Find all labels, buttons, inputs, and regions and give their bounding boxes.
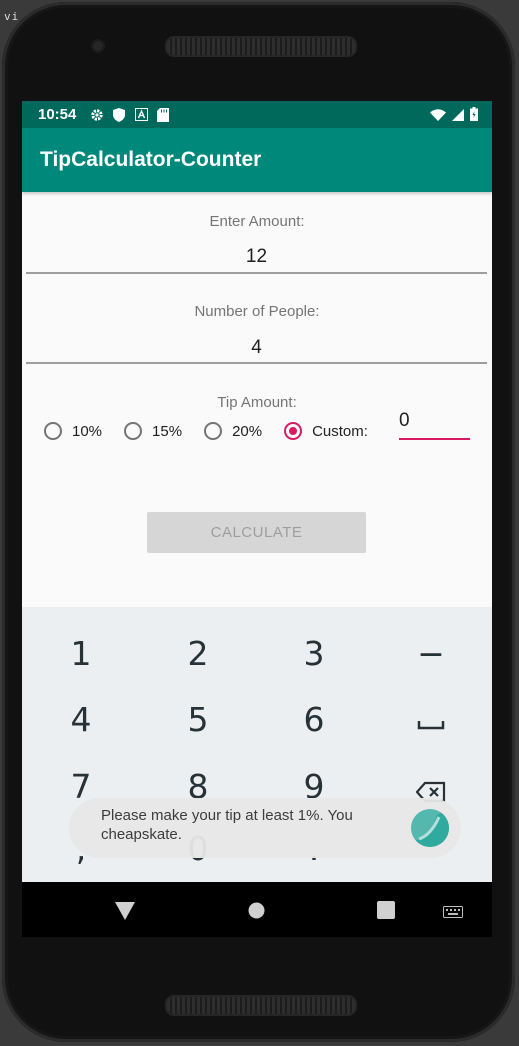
keyboard-switch-icon[interactable] (443, 905, 463, 923)
key-minus[interactable]: − (391, 634, 471, 673)
tip-radio-group: 10% 15% 20% Custom: (44, 419, 390, 443)
amount-label: Enter Amount: (209, 213, 305, 230)
tip-radio-label: Custom: (312, 422, 368, 440)
toast: Please make your tip at least 1%. You ch… (69, 798, 461, 858)
navigation-bar (22, 882, 492, 937)
screen: 10:54 TipCalculator-Counter Enter Amount… (22, 101, 492, 937)
corner-text: vi (4, 10, 20, 23)
key-3[interactable]: 3 (274, 634, 354, 673)
tip-radio-custom[interactable]: Custom: (284, 422, 368, 440)
signal-icon (452, 108, 464, 126)
tip-radio-15[interactable]: 15% (124, 422, 182, 440)
tip-radio-10[interactable]: 10% (44, 422, 102, 440)
radio-circle-icon (44, 422, 62, 440)
battery-charging-icon (470, 107, 478, 126)
shield-icon (112, 107, 126, 122)
recents-icon[interactable] (377, 901, 395, 924)
key-2[interactable]: 2 (158, 634, 238, 673)
tip-radio-label: 10% (72, 422, 103, 440)
tip-radio-label: 20% (232, 422, 263, 440)
people-input-underline (26, 362, 487, 364)
radio-circle-icon (124, 422, 143, 440)
amount-input-underline (26, 272, 487, 274)
back-icon[interactable] (115, 902, 135, 925)
tip-radio-label: 15% (152, 422, 183, 440)
space-icon (417, 721, 445, 730)
amount-input[interactable]: 12 (26, 246, 487, 268)
toast-message: Please make your tip at least 1%. You ch… (101, 807, 353, 843)
tip-radio-20[interactable]: 20% (204, 422, 262, 440)
custom-tip-input[interactable]: 0 (399, 410, 470, 440)
status-bar: 10:54 (22, 101, 492, 128)
people-label: Number of People: (194, 303, 320, 320)
app-icon (411, 809, 449, 847)
app-bar: TipCalculator-Counter (22, 128, 492, 192)
tip-label: Tip Amount: (217, 394, 297, 411)
calculate-button[interactable]: CALCULATE (147, 512, 366, 553)
status-time: 10:54 (38, 106, 77, 123)
app-title: TipCalculator-Counter (40, 148, 262, 171)
radio-checked-icon (284, 422, 303, 440)
a-icon (134, 108, 148, 122)
radio-circle-icon (204, 422, 223, 440)
key-6[interactable]: 6 (274, 700, 354, 739)
sd-card-icon (156, 107, 170, 122)
space-key[interactable] (391, 700, 471, 739)
home-icon[interactable] (248, 902, 265, 924)
key-5[interactable]: 5 (158, 700, 238, 739)
top-speaker (165, 36, 357, 57)
key-4[interactable]: 4 (41, 700, 121, 739)
wifi-icon (430, 108, 446, 126)
people-input[interactable]: 4 (26, 337, 487, 359)
camera-icon (91, 39, 105, 53)
bottom-speaker (165, 995, 357, 1016)
key-1[interactable]: 1 (41, 634, 121, 673)
settings-icon (90, 108, 104, 122)
